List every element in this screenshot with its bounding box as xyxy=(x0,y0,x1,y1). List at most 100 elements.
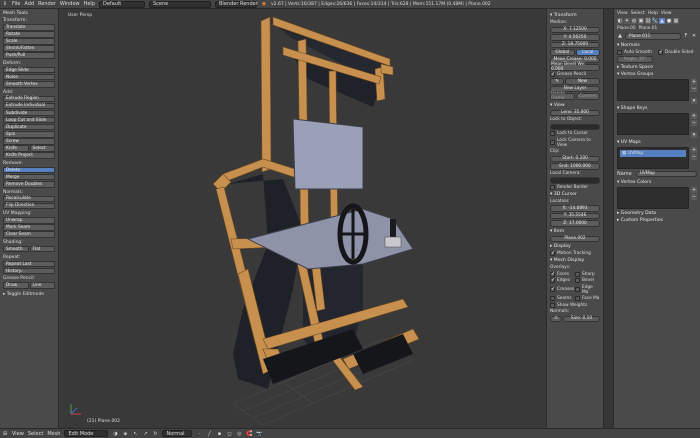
remove-doubles-button[interactable]: Remove Doubles xyxy=(3,181,55,188)
duplicate-button[interactable]: Duplicate xyxy=(3,123,55,131)
vertex-select-icon[interactable]: ⋅ xyxy=(196,431,202,437)
item-name-field[interactable]: Plane.002 xyxy=(550,235,600,242)
menu-add[interactable]: Add xyxy=(24,1,34,7)
mesh-display-panel-header[interactable]: ▾ Mesh Display xyxy=(550,258,600,263)
breadcrumb-object[interactable]: Plane.00 xyxy=(617,26,636,31)
local-camera-field[interactable] xyxy=(550,177,600,184)
translate-manipulator-icon[interactable]: ↗ xyxy=(142,431,148,437)
menu-file[interactable]: File xyxy=(12,1,20,7)
uv-map-remove-icon[interactable]: − xyxy=(691,153,697,160)
manipulator-icon[interactable]: ↖ xyxy=(132,431,138,437)
uv-map-add-icon[interactable]: + xyxy=(691,146,697,153)
constraints-tab-icon[interactable]: ⛓ xyxy=(645,18,651,24)
snap-icon[interactable]: 🧲 xyxy=(246,431,252,437)
global-toggle[interactable]: Global xyxy=(550,49,575,56)
lens-field[interactable]: Lens: 35.000 xyxy=(550,109,600,116)
mesh-datablock-name[interactable]: Plane.011 xyxy=(625,33,681,40)
mesh-data-tab-icon[interactable]: ▲ xyxy=(659,18,665,24)
line-button[interactable]: Line xyxy=(29,282,55,289)
rotate-button[interactable]: Rotate xyxy=(3,31,55,38)
menu-window[interactable]: Window xyxy=(60,1,80,7)
render-border-checkbox[interactable] xyxy=(550,184,555,190)
render-preview-icon[interactable]: 📷 xyxy=(256,431,262,437)
seams-checkbox[interactable] xyxy=(550,296,555,301)
cursor-z-field[interactable]: Z: 17.0000 xyxy=(550,220,600,227)
local-toggle[interactable]: Local xyxy=(575,49,600,56)
flat-shading-button[interactable]: Flat xyxy=(29,245,55,253)
vertex-groups-list[interactable] xyxy=(617,78,689,101)
edge-slide-button[interactable]: Edge Slide xyxy=(3,66,55,74)
material-tab-icon[interactable]: ● xyxy=(666,18,672,24)
lock-object-field[interactable] xyxy=(550,123,600,130)
clip-end-field[interactable]: End: 1000.000 xyxy=(550,163,600,170)
smooth-vertex-button[interactable]: Smooth Vertex xyxy=(3,81,55,88)
lock-camera-checkbox[interactable] xyxy=(550,140,555,145)
modifiers-tab-icon[interactable]: 🔧 xyxy=(652,18,658,24)
shape-keys-list[interactable] xyxy=(617,112,689,135)
median-y-field[interactable]: Y: 4.56250 xyxy=(550,34,600,41)
median-z-field[interactable]: Z: 18.75000 xyxy=(550,41,600,48)
knife-project-button[interactable]: Knife Project xyxy=(3,152,55,159)
toggle-editmode-panel[interactable]: ▸ Toggle Editmode xyxy=(3,292,55,297)
menu-render[interactable]: Render xyxy=(38,1,56,7)
proportional-edit-icon[interactable]: ◎ xyxy=(236,431,242,437)
mark-seam-button[interactable]: Mark Seam xyxy=(3,224,55,231)
shape-key-remove-icon[interactable]: − xyxy=(691,119,697,126)
breadcrumb-mesh[interactable]: Plane.01 xyxy=(639,26,658,31)
auto-smooth-checkbox[interactable] xyxy=(617,49,622,55)
scene-tab-icon[interactable]: ✦ xyxy=(624,18,630,24)
world-tab-icon[interactable]: ◍ xyxy=(631,18,637,24)
scene-selector[interactable]: Scene xyxy=(149,0,211,8)
item-panel-header[interactable]: ▾ Item xyxy=(550,229,600,234)
menu-mesh[interactable]: Mesh xyxy=(47,431,60,437)
pencil-icon[interactable]: ✎ xyxy=(550,78,564,85)
motion-tracking-checkbox[interactable] xyxy=(550,250,555,256)
subdivide-button[interactable]: Subdivide xyxy=(3,109,55,117)
render-engine-selector[interactable]: Blender Render xyxy=(215,0,258,8)
view-panel-header[interactable]: ▾ View xyxy=(550,103,600,108)
face-marks-checkbox[interactable] xyxy=(575,296,580,301)
shape-key-menu-icon[interactable]: ▾ xyxy=(691,131,697,138)
props-menu-select[interactable]: Select xyxy=(631,11,645,16)
vertex-colors-panel-header[interactable]: ▾ Vertex Colors xyxy=(617,180,697,185)
show-weights-checkbox[interactable] xyxy=(550,302,555,308)
transform-panel-header[interactable]: ▾ Transform xyxy=(550,13,600,18)
unlink-icon[interactable]: ✕ xyxy=(691,33,697,39)
mesh-tools-header[interactable]: Mesh Tools xyxy=(3,11,55,16)
display-panel-header[interactable]: ▸ Display xyxy=(550,244,600,249)
edge-select-icon[interactable]: ╱ xyxy=(206,431,212,437)
new-pencil-button[interactable]: New xyxy=(565,78,600,85)
render-tab-icon[interactable]: ◐ xyxy=(617,18,623,24)
object-tab-icon[interactable]: ▣ xyxy=(638,18,644,24)
median-x-field[interactable]: X: 7.12500 xyxy=(550,26,600,33)
delete-button[interactable]: Delete xyxy=(3,166,55,174)
uv-maps-list[interactable]: ▦ UVMap xyxy=(617,146,689,169)
normals-panel-header[interactable]: ▾ Normals xyxy=(617,43,697,48)
scale-button[interactable]: Scale xyxy=(3,38,55,45)
noise-button[interactable]: Noise xyxy=(3,73,55,81)
menu-help[interactable]: Help xyxy=(84,1,95,7)
cursor-y-field[interactable]: Y: 35.5546 xyxy=(550,212,600,219)
props-menu-view-2[interactable]: View xyxy=(661,11,672,16)
knife-select-button[interactable]: Select xyxy=(29,145,55,152)
cursor-x-field[interactable]: X: -14.0893 xyxy=(550,205,600,212)
mode-selector[interactable]: Edit Mode xyxy=(64,430,109,437)
edges-checkbox[interactable] xyxy=(550,277,555,283)
grease-pencil-checkbox[interactable] xyxy=(550,71,555,77)
sharp-checkbox[interactable] xyxy=(575,271,580,277)
face-select-icon[interactable]: ▪ xyxy=(216,431,222,437)
screw-button[interactable]: Screw xyxy=(3,138,55,145)
viewport-shading-icon[interactable]: ◑ xyxy=(112,431,118,437)
3d-viewport[interactable]: User Persp (21) Plane.002 xyxy=(63,9,546,428)
faces-checkbox[interactable] xyxy=(550,271,555,277)
props-menu-view[interactable]: View xyxy=(617,11,628,16)
creases-checkbox[interactable] xyxy=(550,286,555,292)
rotate-manipulator-icon[interactable]: ↻ xyxy=(152,431,158,437)
unwrap-button[interactable]: Unwrap xyxy=(3,217,55,224)
normal-size-field[interactable]: Size: 0.10 xyxy=(563,315,600,322)
props-menu-help[interactable]: Help xyxy=(648,11,658,16)
history-button[interactable]: History... xyxy=(3,267,55,275)
texture-space-panel-header[interactable]: ▸ Texture Space xyxy=(617,65,697,70)
clear-seam-button[interactable]: Clear Seam xyxy=(3,231,55,238)
menu-view[interactable]: View xyxy=(12,431,24,437)
